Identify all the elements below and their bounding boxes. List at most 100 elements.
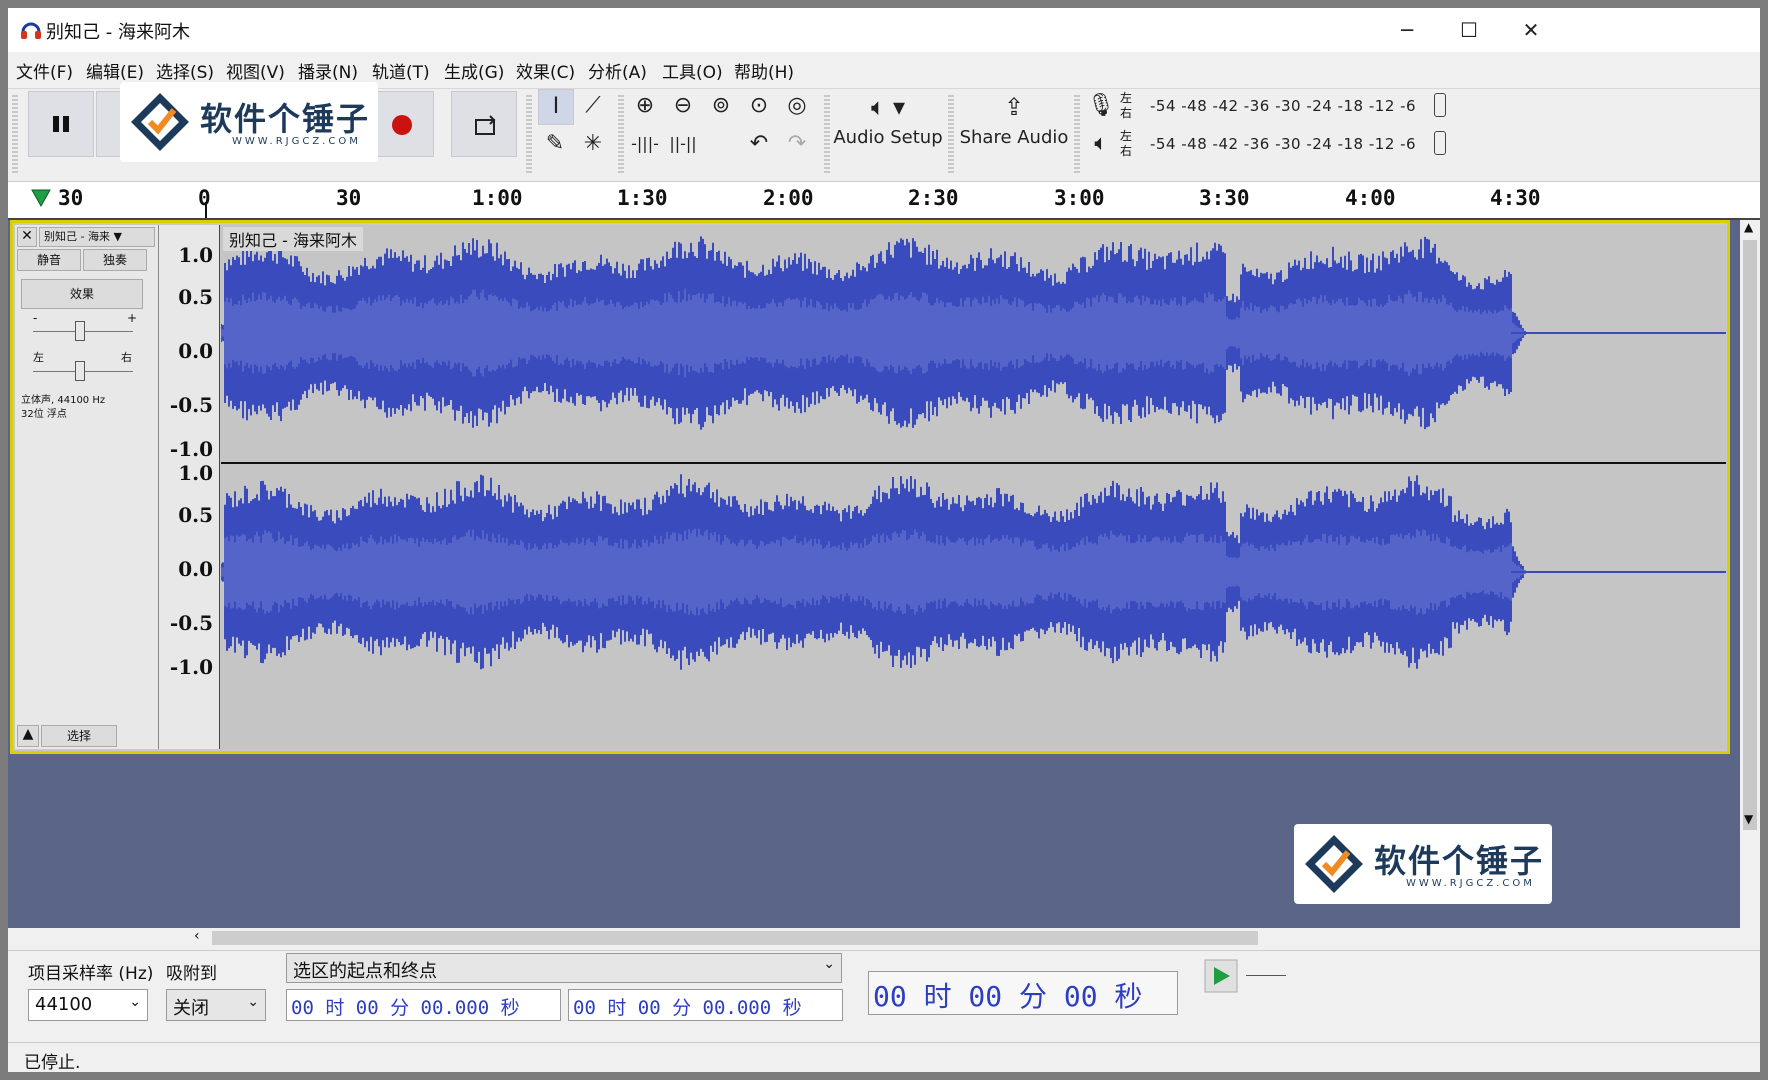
scale-label: 1.0 bbox=[178, 243, 213, 267]
playback-meter[interactable]: -54 -48 -42 -36 -30 -24 -18 -12 -6 bbox=[1138, 129, 1448, 159]
collapse-track-icon[interactable]: ▲ bbox=[17, 725, 39, 747]
track-area[interactable]: ✕ 别知己 - 海来 ▼ 静音 独奏 效果 - + 左 右 立体声, 44100… bbox=[8, 220, 1740, 928]
horizontal-scrollbar[interactable]: ‹ bbox=[8, 928, 1760, 948]
redo-icon[interactable]: ↷ bbox=[780, 127, 814, 161]
menu-help[interactable]: 帮助(H) bbox=[734, 58, 794, 83]
vertical-scroll-thumb[interactable] bbox=[1743, 240, 1757, 830]
menu-select[interactable]: 选择(S) bbox=[156, 58, 214, 83]
scale-label: -0.5 bbox=[169, 611, 213, 635]
watermark-logo: 软件个锤子 WWW.RJGCZ.COM bbox=[1294, 824, 1552, 904]
audio-position-value: 00 时 00 分 00 秒 bbox=[873, 980, 1143, 1013]
toolbar-grip[interactable] bbox=[948, 95, 954, 173]
scale-label: 0.5 bbox=[178, 285, 213, 309]
playback-speed-slider[interactable] bbox=[1246, 975, 1286, 976]
selection-start-time[interactable]: 00 时 00 分 00.000 秒 bbox=[286, 989, 561, 1021]
zoom-toggle-icon[interactable]: ◎ bbox=[780, 89, 814, 123]
fit-project-icon[interactable]: ⊙ bbox=[742, 89, 776, 123]
play-head-icon[interactable] bbox=[30, 188, 52, 208]
pencil-icon[interactable]: ✎ bbox=[538, 127, 572, 161]
selection-start-value: 00 时 00 分 00.000 秒 bbox=[291, 997, 520, 1019]
chevron-down-icon: ⌄ bbox=[129, 994, 141, 1010]
menu-edit[interactable]: 编辑(E) bbox=[86, 58, 144, 83]
project-rate-label: 项目采样率 (Hz) bbox=[28, 964, 154, 984]
undo-icon[interactable]: ↶ bbox=[742, 127, 776, 161]
selection-toolbar: 项目采样率 (Hz) 吸附到 44100 ⌄ 关闭 ⌄ 选区的起点和终点 ⌄ 0… bbox=[8, 950, 1760, 1043]
chevron-down-icon: ⌄ bbox=[823, 956, 835, 972]
waveform-clip[interactable]: 别知己 - 海来阿木 bbox=[221, 225, 1726, 749]
scroll-up-icon[interactable]: ▲ bbox=[1744, 220, 1753, 234]
vertical-scrollbar[interactable]: ▲ ▼ bbox=[1740, 220, 1760, 928]
watermark-text: 软件个锤子 bbox=[1374, 842, 1545, 880]
amplitude-scale[interactable]: 1.0 0.5 0.0 -0.5 -1.0 1.0 0.5 0.0 -0.5 -… bbox=[159, 225, 220, 749]
track-sample-format: 32位 浮点 bbox=[21, 409, 67, 420]
menu-analyze[interactable]: 分析(A) bbox=[588, 58, 647, 83]
close-button[interactable]: ✕ bbox=[1508, 14, 1554, 46]
toolbar-grip[interactable] bbox=[12, 95, 18, 173]
menu-tools[interactable]: 工具(O) bbox=[662, 58, 723, 83]
snap-to-select[interactable]: 关闭 ⌄ bbox=[166, 989, 266, 1021]
menu-bar: 文件(F) 编辑(E) 选择(S) 视图(V) 播录(N) 轨道(T) 生成(G… bbox=[8, 56, 1760, 84]
microphone-icon[interactable]: 🎙︎ bbox=[1084, 89, 1118, 123]
select-track-button[interactable]: 选择 bbox=[41, 725, 117, 747]
recording-meter-channels: 左右 bbox=[1120, 91, 1133, 120]
gain-plus-label: + bbox=[127, 311, 138, 325]
scroll-left-icon[interactable]: ‹ bbox=[194, 928, 200, 944]
watermark-text: 软件个锤子 bbox=[200, 100, 371, 138]
horizontal-scroll-thumb[interactable] bbox=[212, 931, 1258, 945]
selection-mode-select[interactable]: 选区的起点和终点 ⌄ bbox=[286, 953, 842, 983]
upload-icon: ⇪ bbox=[1003, 93, 1025, 121]
share-audio-button[interactable]: ⇪ Share Audio bbox=[958, 93, 1070, 173]
toolbar-grip[interactable] bbox=[526, 95, 532, 173]
recording-meter[interactable]: -54 -48 -42 -36 -30 -24 -18 -12 -6 bbox=[1138, 91, 1448, 121]
playback-meter-slider[interactable] bbox=[1434, 131, 1446, 155]
recording-meter-slider[interactable] bbox=[1434, 93, 1446, 117]
playback-meter-channels: 左右 bbox=[1120, 129, 1133, 158]
speaker-icon[interactable]: 🔈︎ bbox=[1084, 127, 1118, 161]
watermark-url: WWW.RJGCZ.COM bbox=[232, 136, 361, 147]
zoom-out-icon[interactable]: ⊖ bbox=[666, 89, 700, 123]
pause-button[interactable] bbox=[28, 91, 94, 157]
pan-slider[interactable] bbox=[75, 361, 85, 381]
scroll-down-icon[interactable]: ▼ bbox=[1744, 812, 1753, 826]
scale-label: 0.5 bbox=[178, 503, 213, 527]
audio-setup-button[interactable]: 🔈︎ ▾ Audio Setup bbox=[832, 93, 944, 173]
play-at-speed-icon[interactable] bbox=[1204, 959, 1238, 993]
effects-button[interactable]: 效果 bbox=[21, 279, 143, 309]
loop-icon bbox=[475, 115, 496, 135]
toolbar-grip[interactable] bbox=[1074, 95, 1080, 173]
silence-icon[interactable]: ||-|| bbox=[666, 127, 700, 161]
clip-title[interactable]: 别知己 - 海来阿木 bbox=[223, 227, 363, 251]
gain-slider[interactable] bbox=[75, 321, 85, 341]
watermark-url: WWW.RJGCZ.COM bbox=[1406, 878, 1535, 889]
close-track-icon[interactable]: ✕ bbox=[17, 227, 37, 247]
envelope-icon[interactable]: ⟋ bbox=[576, 89, 610, 123]
trim-icon[interactable]: -|||- bbox=[628, 127, 662, 161]
menu-view[interactable]: 视图(V) bbox=[226, 58, 285, 83]
project-rate-select[interactable]: 44100 ⌄ bbox=[28, 989, 148, 1021]
ruler-zero-mark bbox=[205, 202, 207, 218]
solo-button[interactable]: 独奏 bbox=[83, 249, 147, 271]
selection-end-time[interactable]: 00 时 00 分 00.000 秒 bbox=[568, 989, 843, 1021]
multi-tool-icon[interactable]: ✳ bbox=[576, 127, 610, 161]
toolbar-grip[interactable] bbox=[618, 95, 624, 173]
ruler-label: 30 bbox=[336, 186, 362, 210]
audio-position-display[interactable]: 00 时 00 分 00 秒 bbox=[868, 971, 1178, 1015]
timeline-ruler[interactable]: 30 0 30 1:00 1:30 2:00 2:30 3:00 3:30 4:… bbox=[8, 182, 1760, 220]
menu-tracks[interactable]: 轨道(T) bbox=[372, 58, 430, 83]
menu-transport[interactable]: 播录(N) bbox=[298, 58, 358, 83]
fit-selection-icon[interactable]: ⊚ bbox=[704, 89, 738, 123]
scale-label: -1.0 bbox=[169, 655, 213, 679]
audio-track[interactable]: ✕ 别知己 - 海来 ▼ 静音 独奏 效果 - + 左 右 立体声, 44100… bbox=[10, 220, 1730, 754]
track-name-menu[interactable]: 别知己 - 海来 ▼ bbox=[39, 227, 155, 247]
maximize-button[interactable]: ☐ bbox=[1446, 14, 1492, 46]
menu-file[interactable]: 文件(F) bbox=[16, 58, 73, 83]
selection-tool-button[interactable]: I bbox=[538, 89, 574, 125]
zoom-in-icon[interactable]: ⊕ bbox=[628, 89, 662, 123]
mute-button[interactable]: 静音 bbox=[17, 249, 81, 271]
scale-label: 1.0 bbox=[178, 461, 213, 485]
loop-button[interactable] bbox=[451, 91, 517, 157]
menu-generate[interactable]: 生成(G) bbox=[444, 58, 504, 83]
menu-effect[interactable]: 效果(C) bbox=[516, 58, 575, 83]
toolbar-grip[interactable] bbox=[824, 95, 830, 173]
minimize-button[interactable]: ─ bbox=[1384, 14, 1430, 46]
